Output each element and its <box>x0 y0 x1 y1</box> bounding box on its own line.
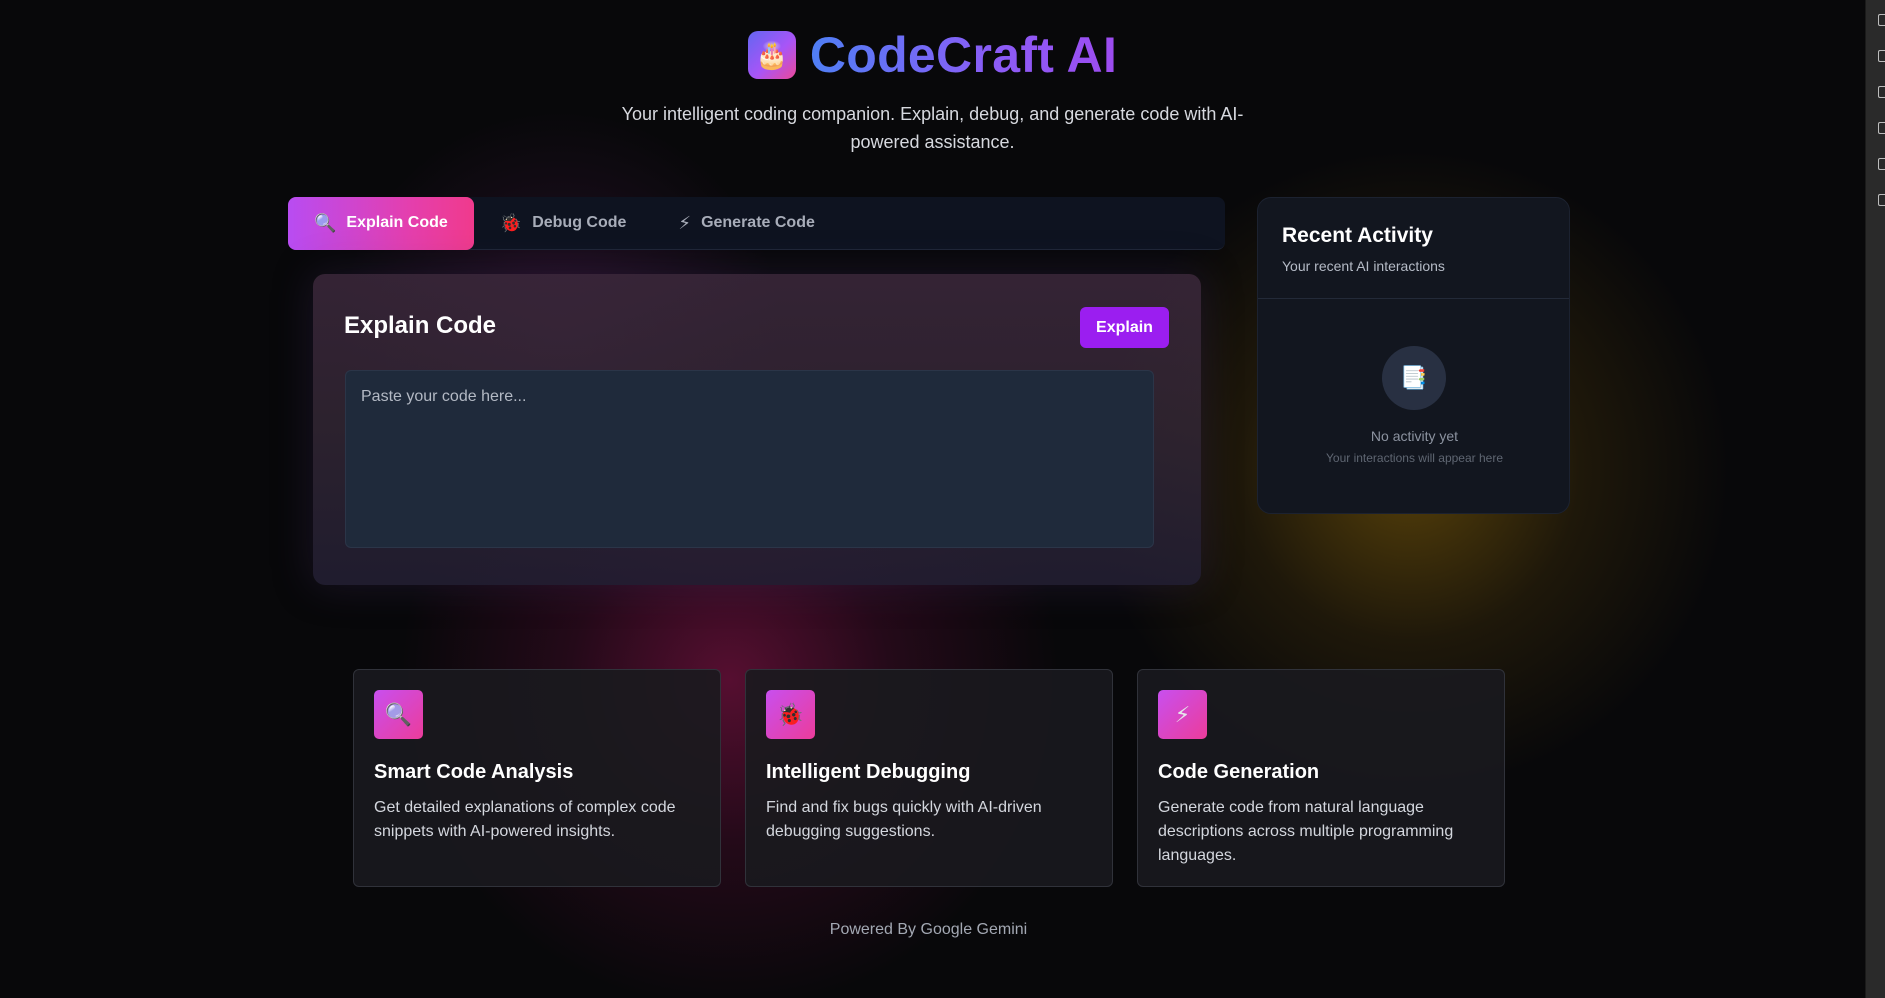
feature-title: Code Generation <box>1158 761 1320 783</box>
tab-label: Explain Code <box>346 214 448 231</box>
empty-state-title: No activity yet <box>1370 428 1459 444</box>
lightning-icon: ⚡ <box>1158 690 1207 739</box>
explain-panel: Explain Code Explain <box>313 274 1201 585</box>
feature-cards: 🔍 Smart Code Analysis Get detailed expla… <box>353 669 1505 887</box>
files-icon: 📑 <box>1382 346 1446 410</box>
header: 🎂 CodeCraft AI Your intelligent coding c… <box>0 26 1865 156</box>
feature-card-generation: ⚡ Code Generation Generate code from nat… <box>1137 669 1505 887</box>
bug-icon: 🐞 <box>499 212 523 233</box>
side-tool-icon[interactable] <box>1878 50 1885 62</box>
app-root: 🎂 CodeCraft AI Your intelligent coding c… <box>0 0 1885 998</box>
side-tool-icon[interactable] <box>1878 122 1885 134</box>
recent-activity-header: Recent Activity Your recent AI interacti… <box>1258 198 1569 299</box>
side-tool-icon[interactable] <box>1878 86 1885 98</box>
tab-label: Debug Code <box>532 214 627 231</box>
magnifier-icon: 🔍 <box>314 212 337 233</box>
devtools-side-strip[interactable] <box>1865 0 1885 998</box>
side-tool-icon[interactable] <box>1878 158 1885 170</box>
side-tool-icon[interactable] <box>1878 194 1885 206</box>
tab-explain-code[interactable]: 🔍 Explain Code <box>288 196 474 250</box>
panel-title: Explain Code <box>344 312 497 339</box>
magnifier-icon: 🔍 <box>374 690 423 739</box>
tagline: Your intelligent coding companion. Expla… <box>621 104 1244 152</box>
brand: 🎂 CodeCraft AI <box>747 26 1118 84</box>
mode-tabs: 🔍 Explain Code 🐞 Debug Code ⚡ Generate C… <box>288 196 1225 250</box>
app-title: CodeCraft AI <box>809 27 1118 83</box>
tab-generate-code[interactable]: ⚡ Generate Code <box>652 197 840 250</box>
feature-title: Intelligent Debugging <box>766 761 971 783</box>
feature-description: Find and fix bugs quickly with AI-driven… <box>766 799 1042 840</box>
explain-button[interactable]: Explain <box>1080 307 1169 348</box>
empty-state-subtitle: Your interactions will appear here <box>1326 451 1503 465</box>
recent-activity-subtitle: Your recent AI interactions <box>1282 258 1445 274</box>
code-input[interactable] <box>345 370 1154 548</box>
side-tool-icon[interactable] <box>1878 14 1885 26</box>
footer-text: Powered By Google Gemini <box>829 921 1028 938</box>
feature-title: Smart Code Analysis <box>374 761 574 783</box>
feature-card-analysis: 🔍 Smart Code Analysis Get detailed expla… <box>353 669 721 887</box>
recent-activity-title: Recent Activity <box>1282 224 1433 247</box>
bug-icon: 🐞 <box>766 690 815 739</box>
tab-debug-code[interactable]: 🐞 Debug Code <box>474 197 653 250</box>
tab-label: Generate Code <box>701 214 815 231</box>
cake-icon: 🎂 <box>747 31 796 79</box>
feature-description: Generate code from natural language desc… <box>1158 799 1454 864</box>
lightning-icon: ⚡ <box>678 212 692 233</box>
feature-description: Get detailed explanations of complex cod… <box>374 799 676 840</box>
feature-card-debugging: 🐞 Intelligent Debugging Find and fix bug… <box>745 669 1113 887</box>
recent-activity-card: Recent Activity Your recent AI interacti… <box>1257 197 1570 514</box>
